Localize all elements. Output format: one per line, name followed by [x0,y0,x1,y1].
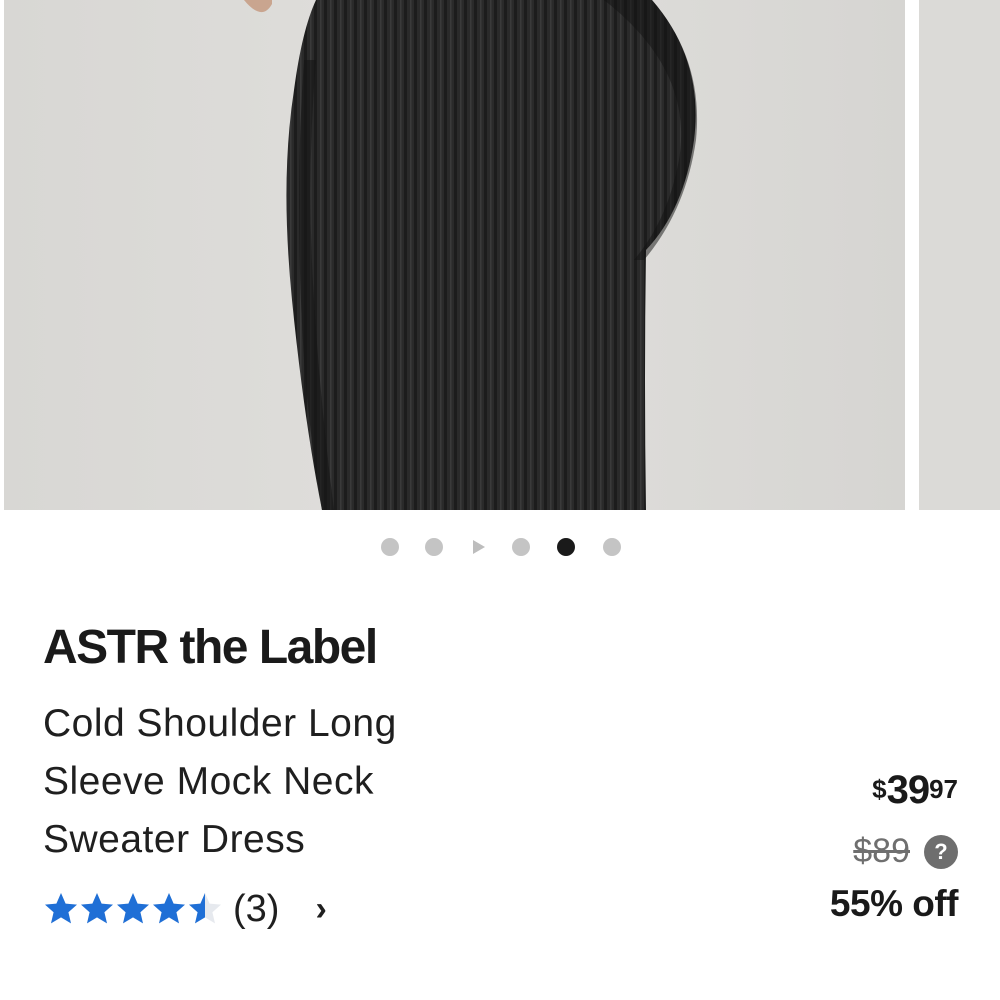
pagination-dot-active[interactable] [557,538,575,556]
dress-photo-graphic [4,0,905,510]
brand-name[interactable]: ASTR the Label [43,620,378,675]
price-cents: 97 [929,774,958,804]
product-title: Cold Shoulder Long Sleeve Mock Neck Swea… [43,702,397,861]
discount-label: 55% off [829,883,959,924]
gallery-pagination [0,536,1000,556]
next-product-photo[interactable] [919,0,1000,510]
currency-symbol: $ [872,774,887,804]
star-rating [43,891,223,927]
star-icon [153,893,185,924]
video-play-icon[interactable] [473,540,485,554]
rating-row[interactable]: (3) › [43,885,327,933]
help-icon[interactable]: ? [924,834,958,869]
star-icon [81,893,113,924]
original-price-row: $89 ? [853,832,958,871]
product-image-gallery[interactable] [0,0,1000,510]
star-icon [189,893,221,924]
chevron-right-icon[interactable]: › [315,890,326,929]
pagination-dot[interactable] [381,538,399,556]
original-price: $89 [853,832,910,870]
pagination-dot[interactable] [425,538,443,556]
product-photo[interactable] [4,0,905,510]
price-whole: 39 [886,768,930,812]
pagination-dot[interactable] [603,538,621,556]
pagination-dot[interactable] [512,538,530,556]
sale-price: $ 39 97 [872,768,958,813]
review-count[interactable]: (3) [233,888,279,931]
star-icon [45,893,77,924]
star-icon [117,893,149,924]
